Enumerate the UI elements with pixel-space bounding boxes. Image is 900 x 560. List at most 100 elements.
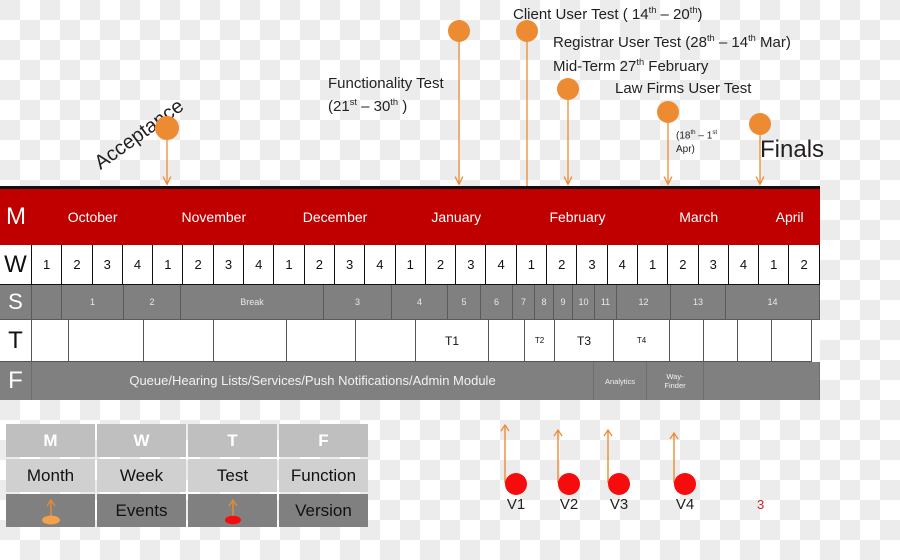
cut-post: ) bbox=[697, 6, 703, 23]
version-marker: V1 bbox=[494, 473, 538, 513]
test-row-key: T bbox=[0, 320, 32, 362]
month-row-key: M bbox=[6, 203, 26, 230]
sprint-cell: 7 bbox=[513, 285, 535, 320]
test-cell bbox=[489, 320, 525, 362]
sprint-cell: 3 bbox=[324, 285, 392, 320]
legend-name-function: Function bbox=[279, 459, 368, 492]
sprint-cell: 6 bbox=[481, 285, 513, 320]
legend-name-week: Week bbox=[97, 459, 186, 492]
test-cell: T2 bbox=[525, 320, 555, 362]
sprint-cell: 5 bbox=[448, 285, 481, 320]
week-cell: 3 bbox=[92, 245, 123, 285]
marker-client-user-test bbox=[516, 20, 538, 186]
version-dot-icon bbox=[558, 473, 580, 495]
function-cell: Way- Finder bbox=[647, 362, 704, 400]
version-label: V4 bbox=[675, 496, 695, 513]
version-marker: V4 bbox=[663, 473, 707, 513]
rut-mid: – 14 bbox=[714, 34, 749, 51]
week-cell: 1 bbox=[153, 245, 184, 285]
week-cell: 1 bbox=[395, 245, 426, 285]
sprint-cell: 9 bbox=[554, 285, 573, 320]
version-marker: V2 bbox=[547, 473, 591, 513]
mt-sup1: th bbox=[636, 57, 645, 67]
legend-name-test: Test bbox=[188, 459, 277, 492]
legend-symbol-row: Events Version bbox=[6, 494, 368, 527]
test-cell bbox=[704, 320, 738, 362]
lf-pre: (18 bbox=[676, 130, 691, 142]
week-cell: 2 bbox=[668, 245, 699, 285]
week-cell: 1 bbox=[637, 245, 669, 285]
cut-mid: – 20 bbox=[656, 6, 690, 23]
page-number: 3 bbox=[757, 497, 765, 512]
annotation-law-firms-date: (18th – 1st Apr) bbox=[676, 126, 717, 157]
month-cells: October November December January February Ma… bbox=[32, 189, 820, 245]
function-cell: Analytics bbox=[594, 362, 647, 400]
version-label: V3 bbox=[609, 496, 629, 513]
rut-sup1: th bbox=[706, 33, 715, 43]
sprint-cell: 4 bbox=[392, 285, 448, 320]
week-cell: 2 bbox=[304, 245, 335, 285]
week-cell: 4 bbox=[607, 245, 638, 285]
version-dot-icon bbox=[505, 473, 527, 495]
test-cell bbox=[287, 320, 356, 362]
timeline-test-row: T T1 T2 T3 T4 bbox=[0, 320, 820, 362]
legend-red-version-icon bbox=[188, 494, 277, 527]
test-cell bbox=[356, 320, 416, 362]
legend-version-label: Version bbox=[279, 494, 368, 527]
rut-pre: Registrar User Test (28 bbox=[553, 34, 707, 51]
week-cell: 2 bbox=[183, 245, 214, 285]
annotation-acceptance: Acceptance bbox=[90, 95, 188, 175]
version-label: V1 bbox=[506, 496, 526, 513]
month-cell: April bbox=[775, 209, 804, 225]
test-cell bbox=[69, 320, 144, 362]
version-markers: V1 V2 V3 V4 bbox=[470, 415, 730, 530]
annotation-registrar-user-test: Registrar User Test (28th – 14th Mar) bbox=[553, 33, 791, 51]
week-cell: 2 bbox=[62, 245, 93, 285]
legend-key-t: T bbox=[188, 424, 277, 457]
lf-date-line2: Apr) bbox=[676, 144, 695, 156]
annotation-law-firms-user-test: Law Firms User Test bbox=[615, 80, 752, 97]
rut-sup2: th bbox=[748, 33, 756, 43]
ft-sup1: st bbox=[349, 97, 357, 107]
function-cells: Queue/Hearing Lists/Services/Push Notifi… bbox=[32, 362, 820, 400]
annotation-functionality-test-dates: (21st – 30th ) bbox=[328, 93, 444, 116]
week-cells: 12341234123412341234123412 bbox=[32, 245, 820, 285]
lf-sup2: st bbox=[712, 129, 718, 136]
annotation-layer: Acceptance Functionality Test (21st – 30… bbox=[0, 0, 900, 200]
ft-post: ) bbox=[398, 98, 408, 115]
test-cell bbox=[214, 320, 287, 362]
timeline-month-row: M October November December January February… bbox=[0, 189, 820, 245]
month-cell: March bbox=[679, 209, 719, 225]
function-cell bbox=[704, 362, 820, 400]
lf-date-line1: (18th – 1st bbox=[676, 126, 717, 143]
sprint-cell: 14 bbox=[726, 285, 820, 320]
sprint-cell: 2 bbox=[124, 285, 181, 320]
week-cell: 4 bbox=[244, 245, 275, 285]
test-cell bbox=[144, 320, 214, 362]
legend-orange-event-icon bbox=[6, 494, 95, 527]
test-cells: T1 T2 T3 T4 bbox=[32, 320, 820, 362]
mt-pre: Mid-Term 27 bbox=[553, 58, 637, 75]
annotation-client-user-test: Client User Test ( 14th – 20th) bbox=[513, 5, 703, 23]
ft-sup2: th bbox=[390, 97, 399, 107]
annotation-arrows bbox=[155, 20, 771, 186]
version-marker: V3 bbox=[597, 473, 641, 513]
red-version-marker-icon bbox=[224, 498, 241, 524]
test-cell bbox=[738, 320, 772, 362]
function-row-key: F bbox=[0, 362, 32, 400]
legend-key-m: M bbox=[6, 424, 95, 457]
rut-post: Mar) bbox=[755, 34, 791, 51]
week-row-key: W bbox=[0, 245, 32, 285]
sprint-cell: 1 bbox=[62, 285, 124, 320]
timeline-function-row: F Queue/Hearing Lists/Services/Push Noti… bbox=[0, 362, 820, 400]
sprint-cell bbox=[32, 285, 62, 320]
test-cell bbox=[32, 320, 69, 362]
test-cell bbox=[670, 320, 704, 362]
week-cell: 1 bbox=[32, 245, 63, 285]
sprint-cell: 12 bbox=[617, 285, 671, 320]
week-cell: 3 bbox=[334, 245, 366, 285]
week-cell: 2 bbox=[425, 245, 457, 285]
orange-event-marker-icon bbox=[41, 498, 60, 524]
week-cell: 1 bbox=[759, 245, 790, 285]
sprint-row-key: S bbox=[0, 285, 32, 320]
